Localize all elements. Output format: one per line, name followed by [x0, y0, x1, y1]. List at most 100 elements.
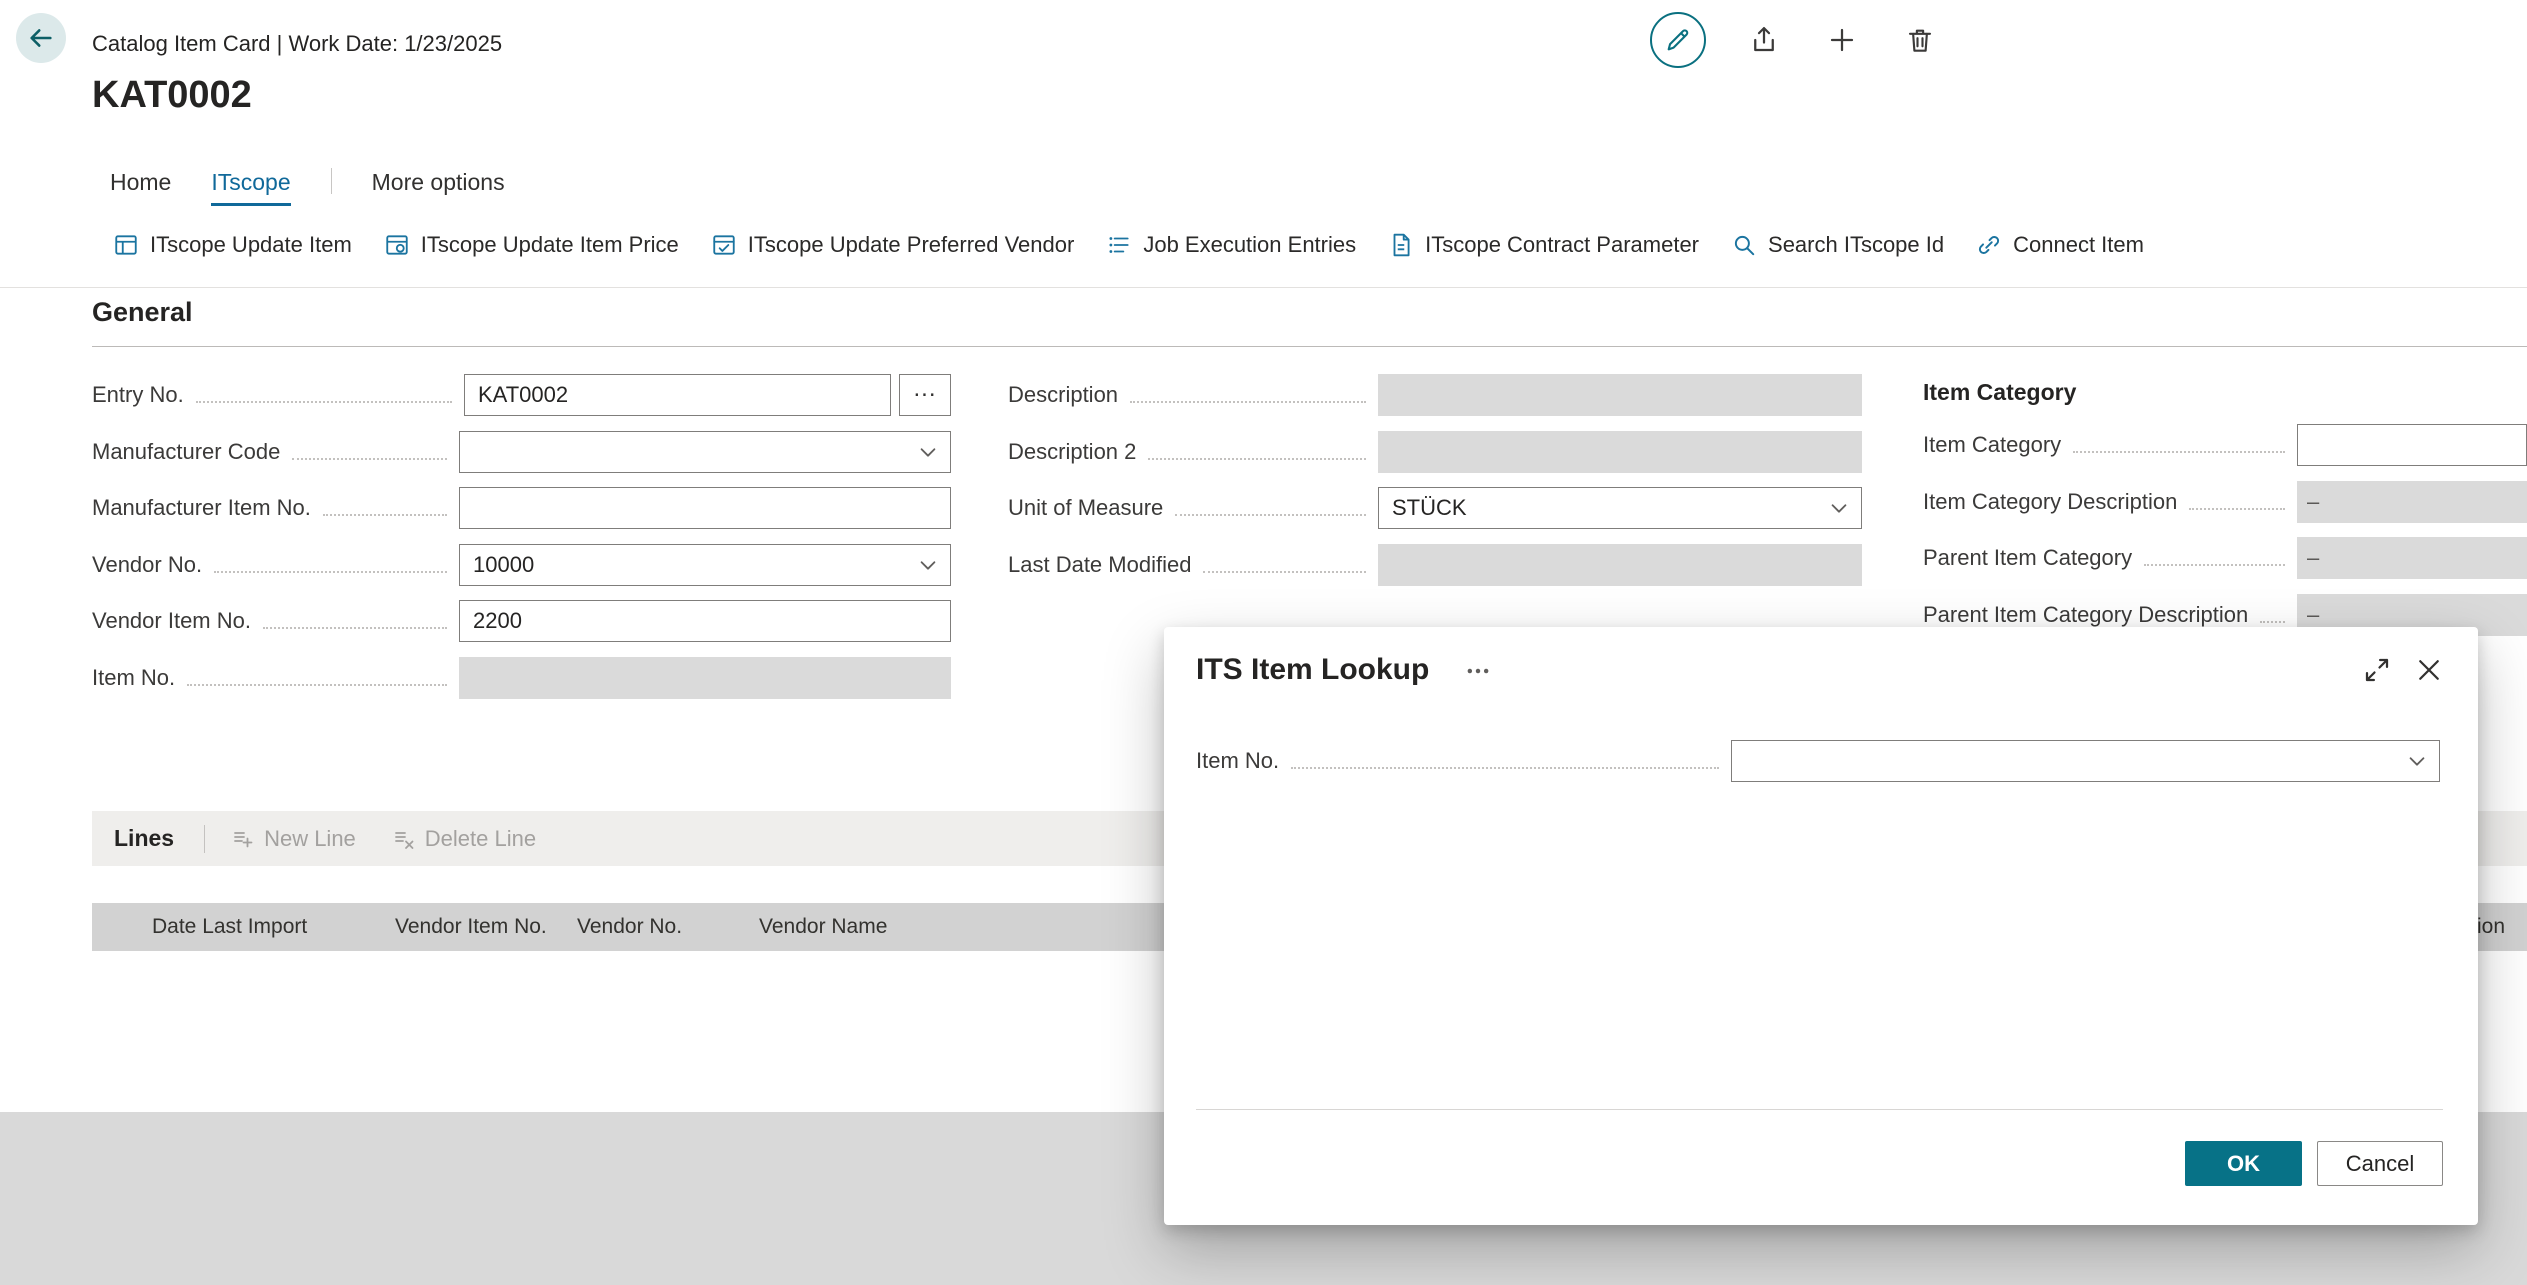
- manufacturer-code-input[interactable]: [459, 430, 951, 473]
- chevron-down-icon[interactable]: [917, 554, 939, 576]
- field-row-last-date-modified: Last Date Modified: [1008, 537, 1862, 594]
- entry-no-label: Entry No.: [92, 382, 184, 408]
- dialog-close-button[interactable]: [2414, 655, 2444, 685]
- new-line-button[interactable]: New Line: [231, 826, 356, 852]
- entry-no-input[interactable]: [464, 374, 891, 417]
- expand-icon: [2362, 655, 2392, 685]
- field-row-item-no: Item No.: [92, 650, 951, 707]
- unit-of-measure-label: Unit of Measure: [1008, 495, 1164, 521]
- dialog-item-no-combo[interactable]: [1731, 740, 2440, 782]
- dotted-leader: [322, 514, 447, 517]
- tab-home[interactable]: Home: [110, 169, 171, 206]
- parent-item-category-field: –: [2297, 537, 2527, 580]
- page-title: KAT0002: [92, 74, 252, 116]
- search-itscope-id-icon: [1731, 232, 1757, 258]
- action-connect-item[interactable]: Connect Item: [1976, 232, 2144, 258]
- dotted-leader: [195, 401, 452, 404]
- chevron-down-icon[interactable]: [1828, 497, 1850, 519]
- unit-of-measure-input[interactable]: [1378, 487, 1862, 530]
- new-line-icon: [231, 827, 255, 851]
- item-no-field: [459, 656, 951, 699]
- column-header-date-last-import[interactable]: Date Last Import: [152, 903, 307, 951]
- general-column-middle: Description Description 2 Unit of Measur…: [1008, 367, 1862, 593]
- field-row-description: Description: [1008, 367, 1862, 424]
- tab-itscope[interactable]: ITscope: [211, 169, 291, 206]
- pencil-icon: [1664, 26, 1692, 54]
- column-header-vendor-no[interactable]: Vendor No.: [577, 903, 682, 951]
- action-itscope-update-preferred-vendor[interactable]: ITscope Update Preferred Vendor: [711, 232, 1075, 258]
- action-ribbon: ITscope Update Item ITscope Update Item …: [113, 220, 2144, 270]
- unit-of-measure-combo[interactable]: [1378, 487, 1862, 530]
- chevron-down-icon[interactable]: [2406, 750, 2428, 772]
- trash-icon: [1905, 25, 1935, 55]
- update-item-price-icon: [384, 232, 410, 258]
- share-button[interactable]: [1744, 20, 1784, 60]
- cancel-button[interactable]: Cancel: [2317, 1141, 2443, 1186]
- dotted-leader: [1175, 514, 1366, 517]
- dotted-leader: [262, 627, 447, 630]
- action-search-itscope-id[interactable]: Search ITscope Id: [1731, 232, 1944, 258]
- share-icon: [1749, 25, 1779, 55]
- parent-item-category-label: Parent Item Category: [1923, 545, 2133, 571]
- dialog-more-options-button[interactable]: [1464, 657, 1492, 685]
- ok-button[interactable]: OK: [2185, 1141, 2302, 1186]
- item-category-description-field: –: [2297, 480, 2527, 523]
- tab-more-options[interactable]: More options: [372, 169, 505, 206]
- connect-item-icon: [1976, 232, 2002, 258]
- parent-item-category-description-label: Parent Item Category Description: [1923, 601, 2249, 627]
- dotted-leader: [2144, 564, 2285, 567]
- action-itscope-contract-parameter[interactable]: ITscope Contract Parameter: [1388, 232, 1699, 258]
- action-itscope-update-item[interactable]: ITscope Update Item: [113, 232, 352, 258]
- contract-parameter-icon: [1388, 232, 1414, 258]
- plus-icon: [1827, 25, 1857, 55]
- field-row-manufacturer-code: Manufacturer Code: [92, 424, 951, 481]
- update-item-icon: [113, 232, 139, 258]
- action-job-execution-entries[interactable]: Job Execution Entries: [1106, 232, 1356, 258]
- manufacturer-item-no-input[interactable]: [459, 487, 951, 530]
- toolbar-divider: [204, 824, 206, 853]
- description-field: [1378, 374, 1862, 417]
- update-preferred-vendor-icon: [711, 232, 737, 258]
- new-line-label: New Line: [264, 825, 356, 851]
- delete-line-label: Delete Line: [424, 825, 537, 851]
- dotted-leader: [1203, 570, 1366, 573]
- action-label: ITscope Update Preferred Vendor: [747, 232, 1075, 257]
- dotted-leader: [214, 570, 447, 573]
- manufacturer-code-label: Manufacturer Code: [92, 438, 281, 464]
- last-date-modified-field: [1378, 543, 1862, 586]
- dotted-leader: [2073, 451, 2285, 454]
- entry-no-assist-button[interactable]: ...: [899, 374, 951, 417]
- vendor-item-no-input[interactable]: [459, 600, 951, 643]
- tab-divider: [330, 168, 332, 194]
- column-header-vendor-name[interactable]: Vendor Name: [759, 903, 887, 951]
- its-item-lookup-dialog: ITS Item Lookup Item No. OK Cancel: [1164, 627, 2478, 1225]
- window-caption: Catalog Item Card | Work Date: 1/23/2025: [92, 31, 503, 56]
- chevron-down-icon[interactable]: [917, 441, 939, 463]
- field-row-entry-no: Entry No. ...: [92, 367, 951, 424]
- section-title-general[interactable]: General: [92, 297, 193, 328]
- dialog-item-no-label: Item No.: [1196, 748, 1280, 773]
- item-category-group: Item Category Item Category Item Categor…: [1923, 367, 2527, 643]
- manufacturer-code-combo[interactable]: [459, 430, 951, 473]
- delete-line-button[interactable]: Delete Line: [392, 826, 536, 852]
- column-header-vendor-item-no[interactable]: Vendor Item No.: [395, 903, 547, 951]
- vendor-no-combo[interactable]: [459, 543, 951, 586]
- action-label: Job Execution Entries: [1143, 232, 1357, 257]
- item-category-input[interactable]: [2297, 424, 2527, 467]
- action-label: ITscope Contract Parameter: [1425, 232, 1700, 257]
- dialog-expand-button[interactable]: [2362, 655, 2392, 685]
- delete-line-icon: [392, 827, 416, 851]
- vendor-no-label: Vendor No.: [92, 551, 203, 577]
- back-button[interactable]: [16, 13, 66, 63]
- manufacturer-item-no-label: Manufacturer Item No.: [92, 495, 311, 521]
- edit-button[interactable]: [1650, 12, 1706, 68]
- description-2-field: [1378, 430, 1862, 473]
- action-label: Connect Item: [2013, 232, 2144, 257]
- dotted-leader: [187, 683, 447, 686]
- dialog-item-no-input[interactable]: [1731, 740, 2440, 782]
- delete-record-button[interactable]: [1900, 20, 1940, 60]
- item-category-label: Item Category: [1923, 432, 2062, 458]
- vendor-no-input[interactable]: [459, 543, 951, 586]
- action-itscope-update-item-price[interactable]: ITscope Update Item Price: [384, 232, 679, 258]
- new-record-button[interactable]: [1822, 20, 1862, 60]
